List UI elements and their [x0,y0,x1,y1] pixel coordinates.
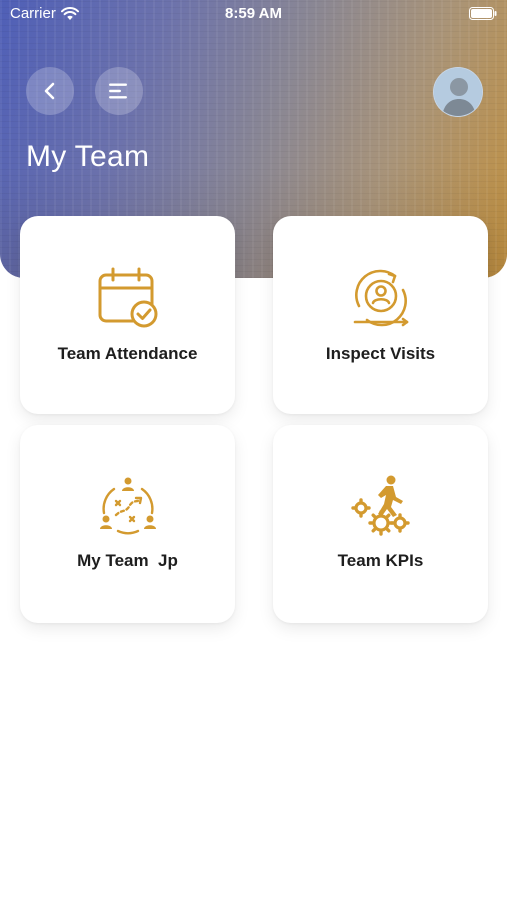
menu-button[interactable] [95,67,143,115]
kpi-gears-icon [349,473,413,537]
tile-inspect-visits[interactable]: Inspect Visits [273,216,488,414]
status-bar: Carrier 8:59 AM [0,0,507,28]
tile-label: Inspect Visits [325,344,436,363]
battery-icon [469,7,497,20]
page-title: My Team [26,140,150,173]
tile-label: Team KPIs [337,551,424,570]
status-time: 8:59 AM [225,5,282,22]
chevron-left-icon [44,82,55,100]
tile-label: Team Attendance [57,344,198,363]
user-avatar-icon [434,68,482,116]
back-button[interactable] [26,67,74,115]
tile-team-kpis[interactable]: Team KPIs [273,425,488,623]
tile-my-team-jp[interactable]: My Team Jp [20,425,235,623]
tile-label: My Team Jp [77,551,178,570]
calendar-check-icon [96,266,160,330]
visit-cycle-icon [349,266,413,330]
tile-team-attendance[interactable]: Team Attendance [20,216,235,414]
profile-avatar[interactable] [433,67,483,117]
menu-icon [109,83,127,99]
team-plan-icon [96,473,160,537]
